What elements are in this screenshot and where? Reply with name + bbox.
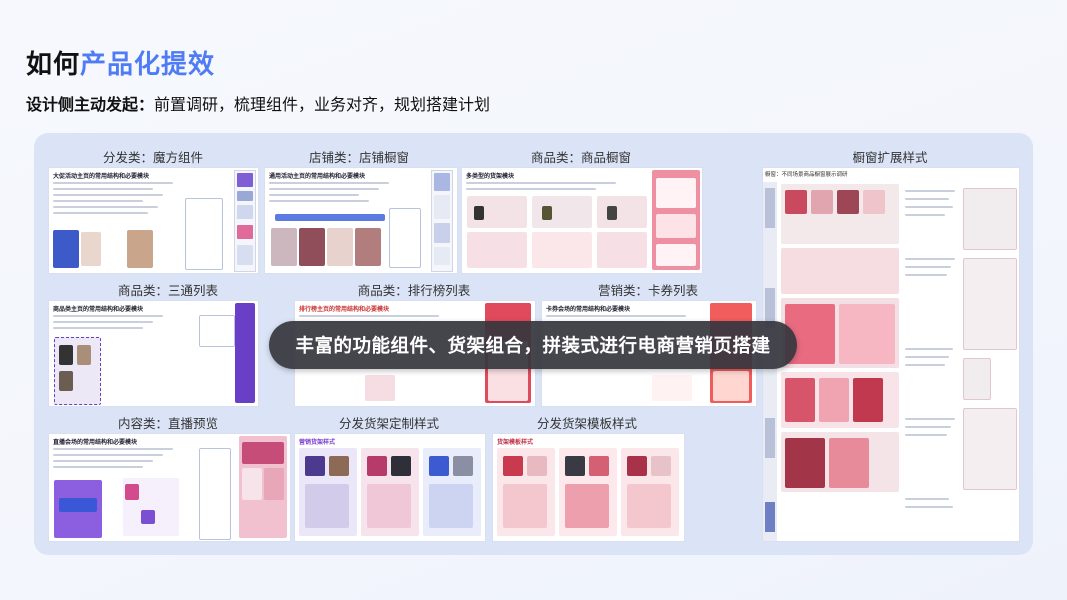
highlight-banner: 丰富的功能组件、货架组合，拼装式进行电商营销页搭建 bbox=[269, 321, 797, 369]
thumbnail-title: 多类型的货架模块 bbox=[466, 173, 515, 180]
page-subtitle: 设计侧主动发起：前置调研，梳理组件，业务对齐，规划搭建计划 bbox=[26, 91, 490, 115]
thumbnail-title: 通用活动主页的常用结构和必要模块 bbox=[269, 173, 366, 180]
section-caption-santong: 商品类：三通列表 bbox=[117, 283, 219, 298]
section-caption-dingzhi: 分发货架定制样式 bbox=[338, 416, 440, 431]
section-caption-kuozhan: 橱窗扩展样式 bbox=[852, 150, 928, 165]
subtitle-lead: 设计侧主动发起： bbox=[26, 95, 155, 114]
section-caption-paihang: 商品类：排行榜列表 bbox=[357, 283, 471, 298]
thumbnail-title: 排行榜主页的常用结构和必要模块 bbox=[299, 306, 390, 313]
page-title-accent: 产品化提效 bbox=[80, 50, 216, 80]
thumbnail-title: 大促活动主页的常用结构和必要模块 bbox=[53, 173, 150, 180]
section-caption-fanfa-mofang: 分发类：魔方组件 bbox=[102, 150, 204, 165]
thumbnail-title: 营销货架样式 bbox=[299, 439, 336, 446]
research-doc-title: 橱窗：不同场景商品橱窗展示调研 bbox=[765, 172, 848, 178]
page-title-plain: 如何 bbox=[26, 50, 81, 80]
page-title: 如何产品化提效 bbox=[26, 44, 215, 81]
section-caption-kaquan: 营销类：卡券列表 bbox=[597, 283, 699, 298]
thumbnail-shangpin-chuchuang[interactable]: 多类型的货架模块 bbox=[461, 167, 703, 274]
thumbnail-dingzhi[interactable]: 营销货架样式 bbox=[294, 433, 486, 542]
thumbnail-kuozhan-research[interactable]: 橱窗：不同场景商品橱窗展示调研 bbox=[762, 167, 1020, 542]
thumbnail-title: 货架模板样式 bbox=[497, 439, 534, 446]
thumbnail-muban[interactable]: 货架模板样式 bbox=[492, 433, 685, 542]
section-caption-muban: 分发货架模板样式 bbox=[536, 416, 638, 431]
thumbnail-title: 直播会场的常用结构和必要模块 bbox=[53, 439, 138, 446]
section-caption-zhibo: 内容类：直播预览 bbox=[117, 416, 219, 431]
thumbnail-dianpu[interactable]: 通用活动主页的常用结构和必要模块 bbox=[264, 167, 458, 274]
thumbnail-zhibo[interactable]: 直播会场的常用结构和必要模块 bbox=[48, 433, 291, 542]
section-caption-dianpu: 店铺类：店铺橱窗 bbox=[308, 150, 410, 165]
subtitle-rest: 前置调研，梳理组件，业务对齐，规划搭建计划 bbox=[154, 95, 491, 114]
thumbnail-title: 卡券会场的常用结构和必要模块 bbox=[546, 306, 631, 313]
thumbnail-santong[interactable]: 商品类主页的常用结构和必要模块 bbox=[48, 300, 259, 407]
section-caption-shangpin-chuchuang: 商品类：商品橱窗 bbox=[530, 150, 632, 165]
thumbnail-title: 商品类主页的常用结构和必要模块 bbox=[53, 306, 144, 313]
thumbnail-mofang[interactable]: 大促活动主页的常用结构和必要模块 bbox=[48, 167, 259, 274]
